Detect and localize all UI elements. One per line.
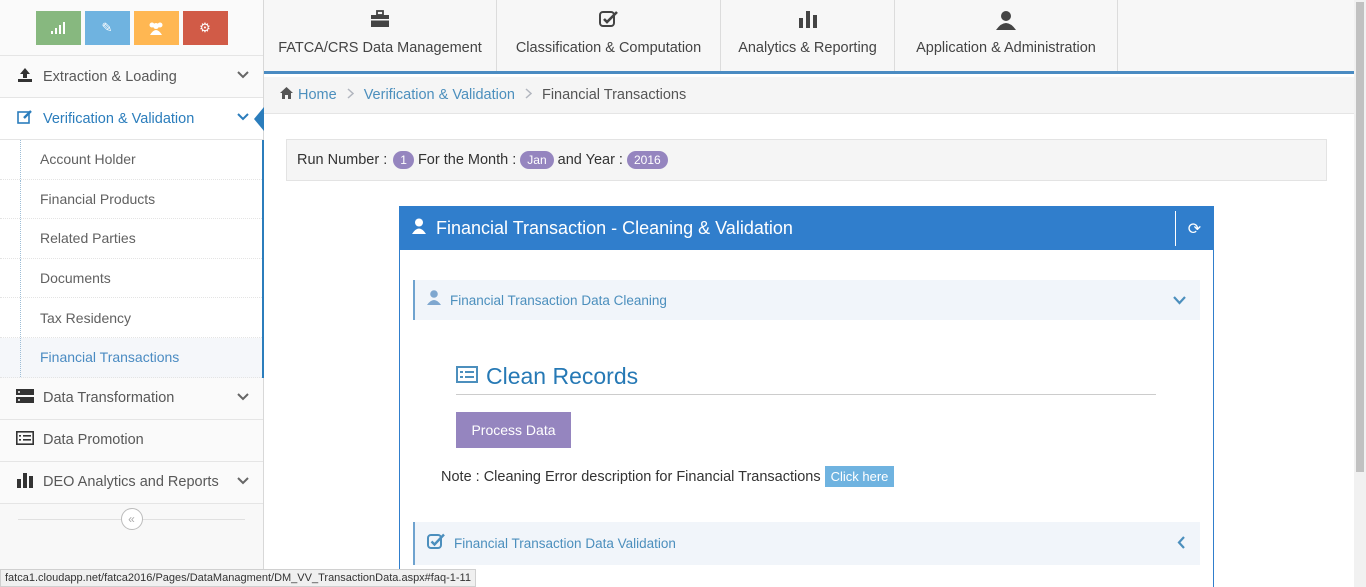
- submenu-item-account-holder[interactable]: Account Holder: [0, 140, 262, 180]
- cleaning-note: Note : Cleaning Error description for Fi…: [441, 466, 895, 487]
- bar-chart-icon: [14, 472, 36, 492]
- sidebar-item-label: Data Transformation: [43, 390, 175, 407]
- submenu-item-tax-residency[interactable]: Tax Residency: [0, 298, 262, 338]
- tab-fatca-crs-data-management[interactable]: FATCA/CRS Data Management: [264, 0, 497, 71]
- run-number-badge: 1: [393, 151, 414, 169]
- submenu-item-documents[interactable]: Documents: [0, 258, 262, 299]
- sidebar-item-deo-analytics[interactable]: DEO Analytics and Reports: [0, 461, 263, 504]
- year-label: and Year :: [557, 152, 623, 168]
- tab-label: Application & Administration: [916, 40, 1096, 56]
- sidebar-item-label: Data Promotion: [43, 432, 144, 449]
- check-square-icon: [598, 10, 619, 34]
- briefcase-icon: [370, 10, 390, 34]
- tab-label: Classification & Computation: [515, 40, 702, 56]
- breadcrumb: Home Verification & Validation Financial…: [264, 77, 1354, 114]
- tab-application-administration[interactable]: Application & Administration: [895, 0, 1118, 71]
- upload-icon: [14, 67, 36, 87]
- submenu-item-financial-transactions[interactable]: Financial Transactions: [0, 337, 262, 378]
- click-here-button[interactable]: Click here: [824, 466, 895, 487]
- widget-header: Financial Transaction - Cleaning & Valid…: [400, 207, 1213, 250]
- chevron-down-icon: [237, 110, 249, 124]
- section-title-text: Clean Records: [486, 363, 639, 389]
- breadcrumb-section-link[interactable]: Verification & Validation: [364, 87, 515, 103]
- year-badge: 2016: [626, 151, 668, 169]
- sidebar-item-extraction-loading[interactable]: Extraction & Loading: [0, 56, 263, 98]
- refresh-icon[interactable]: ⟳: [1175, 211, 1213, 246]
- accordion-title: Financial Transaction Data Cleaning: [450, 292, 667, 308]
- chevron-down-icon: [237, 390, 249, 404]
- top-navigation: FATCA/CRS Data Management Classification…: [264, 0, 1354, 74]
- tab-classification-computation[interactable]: Classification & Computation: [497, 0, 721, 71]
- sidebar-item-label: Extraction & Loading: [43, 68, 177, 85]
- submenu-item-financial-products[interactable]: Financial Products: [0, 179, 262, 220]
- month-badge: Jan: [520, 151, 554, 169]
- chevron-down-icon: [237, 474, 249, 488]
- tab-label: FATCA/CRS Data Management: [278, 40, 482, 56]
- pencil-icon[interactable]: ✎: [84, 10, 130, 45]
- bar-chart-icon: [798, 10, 817, 34]
- home-icon: [280, 87, 293, 103]
- month-label: For the Month :: [417, 152, 517, 168]
- chevron-right-icon: [347, 88, 354, 102]
- sidebar-item-label: DEO Analytics and Reports: [43, 474, 219, 491]
- user-icon: [412, 218, 426, 239]
- note-text: Note : Cleaning Error description for Fi…: [441, 468, 821, 485]
- signal-icon[interactable]: [35, 10, 81, 45]
- cleaning-validation-widget: Financial Transaction - Cleaning & Valid…: [399, 206, 1214, 587]
- run-number-label: Run Number :: [297, 152, 388, 168]
- tab-label: Analytics & Reporting: [738, 40, 877, 56]
- widget-title: Financial Transaction - Cleaning & Valid…: [436, 218, 793, 238]
- sidebar-collapse-bar: «: [0, 504, 263, 534]
- chevron-down-icon: [237, 68, 249, 82]
- double-chevron-left-icon[interactable]: «: [120, 507, 143, 530]
- accordion-data-cleaning[interactable]: Financial Transaction Data Cleaning: [413, 280, 1200, 320]
- browser-status-bar: fatca1.cloudapp.net/fatca2016/Pages/Data…: [0, 569, 476, 587]
- chevron-right-icon: [525, 88, 533, 102]
- sidebar-item-data-transformation[interactable]: Data Transformation: [0, 377, 263, 420]
- sidebar-item-label: Verification & Validation: [43, 110, 195, 127]
- shortcut-bar: ✎ ⚙: [0, 0, 263, 56]
- list-alt-icon: [14, 431, 36, 449]
- user-icon: [427, 290, 441, 310]
- list-alt-icon: [456, 365, 478, 388]
- submenu-item-related-parties[interactable]: Related Parties: [0, 219, 262, 259]
- process-data-button[interactable]: Process Data: [456, 412, 571, 448]
- users-icon[interactable]: [133, 10, 179, 45]
- breadcrumb-home-link[interactable]: Home: [298, 87, 337, 103]
- chevron-left-icon: [1177, 535, 1186, 552]
- cogs-icon[interactable]: ⚙: [182, 10, 228, 45]
- scrollbar-thumb[interactable]: [1356, 2, 1364, 472]
- chevron-down-icon: [1173, 292, 1186, 308]
- breadcrumb-current: Financial Transactions: [541, 87, 687, 103]
- tab-analytics-reporting[interactable]: Analytics & Reporting: [721, 0, 895, 71]
- check-square-icon: [427, 533, 445, 555]
- edit-icon: [14, 109, 36, 129]
- user-icon: [996, 10, 1016, 34]
- run-info-bar: Run Number : 1 For the Month : Jan and Y…: [286, 139, 1327, 181]
- sidebar-item-verification-validation[interactable]: Verification & Validation: [0, 98, 264, 140]
- clean-records-title: Clean Records: [456, 359, 1156, 395]
- sidebar-item-data-promotion[interactable]: Data Promotion: [0, 419, 263, 462]
- accordion-title: Financial Transaction Data Validation: [454, 536, 676, 551]
- submenu-verification: Account Holder Financial Products Relate…: [0, 140, 264, 378]
- server-icon: [14, 388, 36, 408]
- sidebar: ✎ ⚙ Extraction & Loading Verification & …: [0, 0, 264, 587]
- page-scrollbar[interactable]: [1354, 0, 1366, 587]
- accordion-data-validation[interactable]: Financial Transaction Data Validation: [413, 522, 1200, 565]
